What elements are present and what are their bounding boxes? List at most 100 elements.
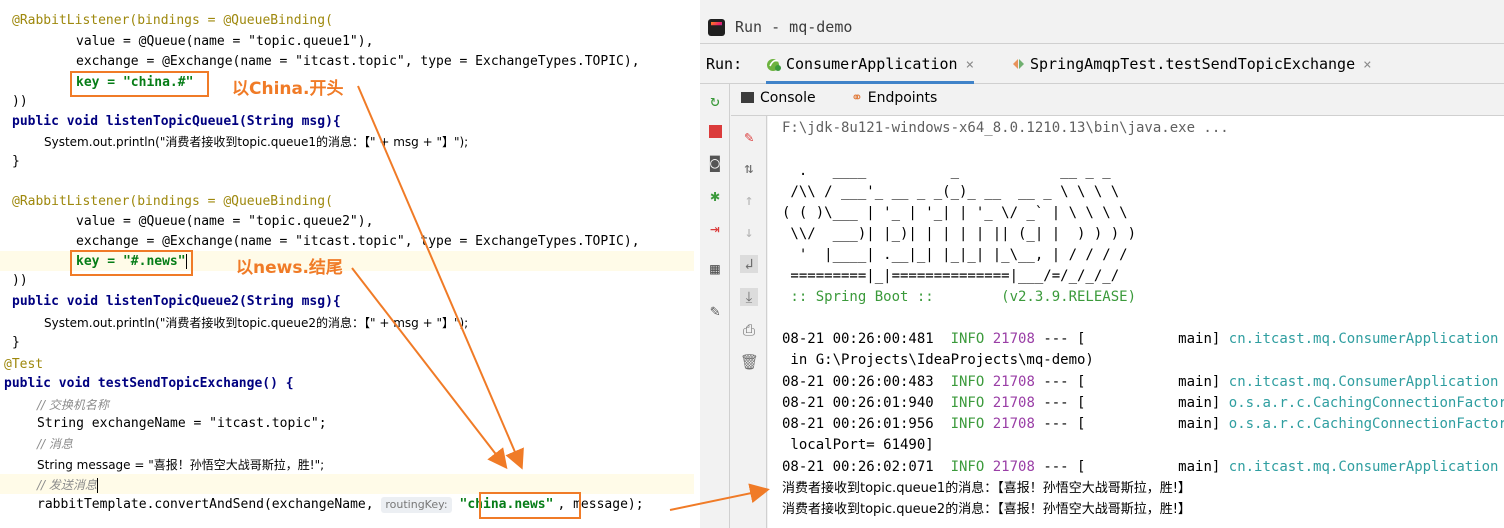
log-class[interactable]: o.s.a.r.c.CachingConnectionFactory <box>1229 416 1504 432</box>
code-text: value = @Queue(name = "topic.queue2"), <box>76 214 374 229</box>
clear-all-icon[interactable]: ✎ <box>740 128 758 146</box>
log-class[interactable]: cn.itcast.mq.ConsumerApplication <box>1229 331 1499 347</box>
code-line[interactable]: )) <box>12 92 28 112</box>
endpoints-icon: ⚭ <box>851 90 863 106</box>
sort-icon[interactable]: ⇅ <box>740 159 758 177</box>
code-line[interactable]: // 消息 <box>37 434 73 454</box>
close-tab-icon[interactable]: × <box>1363 57 1371 73</box>
code-line[interactable]: // 发送消息 <box>37 475 98 495</box>
camera-icon[interactable]: ◙ <box>706 154 724 172</box>
log-pid: 21708 <box>992 395 1035 411</box>
log-level: INFO <box>950 459 985 475</box>
code-text: } <box>12 335 20 350</box>
code-line[interactable]: @RabbitListener(bindings = @QueueBinding… <box>12 11 333 31</box>
intellij-logo-icon <box>708 19 725 36</box>
soft-wrap-icon[interactable]: ↲ <box>740 255 758 273</box>
code-line[interactable]: System.out.println("消费者接收到topic.queue1的消… <box>44 132 468 152</box>
code-line[interactable]: value = @Queue(name = "topic.queue1"), <box>76 32 373 52</box>
exit-icon[interactable]: ⇥ <box>706 220 724 238</box>
code-line[interactable]: value = @Queue(name = "topic.queue2"), <box>76 212 373 232</box>
log-timestamp: 08-21 00:26:02:071 <box>782 459 934 475</box>
tab-label: Console <box>760 90 816 106</box>
trash-icon[interactable]: 🗑 <box>740 353 759 371</box>
log-level: INFO <box>950 331 985 347</box>
code-editor[interactable]: @RabbitListener(bindings = @QueueBinding… <box>0 0 694 528</box>
log-level: INFO <box>950 416 985 432</box>
code-line[interactable]: // 交换机名称 <box>37 395 109 415</box>
console-toolbar: ✎ ⇅ ↑ ↓ ↲ ⤓ ⎙ 🗑 <box>731 116 767 528</box>
run-tool-window: Run - mq-demo Run: ConsumerApplication × … <box>700 0 1504 528</box>
code-text: System.out.println("消费者接收到topic.queue1的消… <box>44 135 469 149</box>
code-text: value = @Queue(name = "topic.queue1"), <box>76 34 374 49</box>
console-output[interactable]: F:\jdk-8u121-windows-x64_8.0.1210.13\bin… <box>768 116 1504 528</box>
tab-label: ConsumerApplication <box>786 55 958 73</box>
log-continuation: in G:\Projects\IdeaProjects\mq-demo) <box>782 352 1094 368</box>
log-timestamp: 08-21 00:26:01:940 <box>782 395 934 411</box>
code-line[interactable]: public void listenTopicQueue1(String msg… <box>12 112 341 132</box>
parameter-hint: routingKey: <box>381 497 452 513</box>
code-line[interactable]: @Test <box>4 355 43 375</box>
log-timestamp: 08-21 00:26:00:483 <box>782 374 934 390</box>
annotation-token: @RabbitListener(bindings = @QueueBinding… <box>12 13 333 28</box>
spring-boot-version: :: Spring Boot :: (v2.3.9.RELEASE) <box>782 289 1137 305</box>
log-thread: --- [ main] <box>1034 395 1229 411</box>
code-text: public void testSendTopicExchange() { <box>4 376 294 391</box>
scroll-to-end-icon[interactable]: ⤓ <box>740 288 758 306</box>
tab-endpoints[interactable]: ⚭ Endpoints <box>851 90 937 106</box>
code-line[interactable]: )) <box>12 271 28 291</box>
log-pid: 21708 <box>992 459 1035 475</box>
code-text: exchange = @Exchange(name = "itcast.topi… <box>76 234 640 249</box>
log-pid: 21708 <box>992 374 1035 390</box>
news-key-highlight-box <box>70 250 193 276</box>
code-line[interactable]: @RabbitListener(bindings = @QueueBinding… <box>12 192 333 212</box>
tab-console[interactable]: Console <box>741 90 816 106</box>
code-comment: // 交换机名称 <box>37 398 109 412</box>
log-class[interactable]: o.s.a.r.c.CachingConnectionFactory <box>1229 395 1504 411</box>
code-line[interactable]: public void listenTopicQueue2(String msg… <box>12 292 341 312</box>
code-line[interactable]: } <box>12 152 20 172</box>
tab-spring-amqp-test[interactable]: SpringAmqpTest.testSendTopicExchange × <box>1010 44 1372 84</box>
tab-consumer-application[interactable]: ConsumerApplication × <box>766 44 975 84</box>
code-text: String message = "喜报！孙悟空大战哥斯拉，胜!"; <box>37 458 325 472</box>
console-subtabs: Console ⚭ Endpoints <box>731 84 1504 116</box>
news-suffix-callout: 以news.结尾 <box>236 258 343 278</box>
log-line: 08-21 00:26:01:940 INFO 21708 --- [ main… <box>782 393 1504 414</box>
code-line[interactable]: String message = "喜报！孙悟空大战哥斯拉，胜!"; <box>37 455 324 475</box>
close-tab-icon[interactable]: × <box>966 57 974 73</box>
log-line: 08-21 00:26:00:481 INFO 21708 --- [ main… <box>782 329 1498 350</box>
code-line[interactable]: exchange = @Exchange(name = "itcast.topi… <box>76 52 640 72</box>
code-text: public void listenTopicQueue1(String msg… <box>12 114 341 129</box>
code-line[interactable]: exchange = @Exchange(name = "itcast.topi… <box>76 232 640 252</box>
banner-line: /\\ / ___'_ __ _ _(_)_ __ __ _ \ \ \ \ <box>782 184 1120 200</box>
tab-label: SpringAmqpTest.testSendTopicExchange <box>1030 55 1356 73</box>
log-continuation: localPort= 61490] <box>782 437 934 453</box>
debug-icon[interactable]: ✱ <box>706 187 724 205</box>
code-line[interactable]: public void testSendTopicExchange() { <box>4 374 294 394</box>
test-run-icon <box>1013 59 1024 69</box>
log-timestamp: 08-21 00:26:01:956 <box>782 416 934 432</box>
log-class[interactable]: cn.itcast.mq.ConsumerApplication <box>1229 374 1499 390</box>
annotation-token: @RabbitListener(bindings = @QueueBinding… <box>12 194 333 209</box>
up-arrow-icon[interactable]: ↑ <box>740 191 758 209</box>
code-line[interactable]: } <box>12 333 20 353</box>
code-text: } <box>12 154 20 169</box>
code-comment: // 发送消息 <box>37 478 97 492</box>
run-tab-bar: Run: ConsumerApplication × SpringAmqpTest… <box>700 44 1504 84</box>
consumer-message-queue1: 消费者接收到topic.queue1的消息：【喜报！孙悟空大战哥斯拉，胜!】 <box>782 481 1191 496</box>
code-text: public void listenTopicQueue2(String msg… <box>12 294 341 309</box>
down-arrow-icon[interactable]: ↓ <box>740 223 758 241</box>
code-line[interactable]: String exchangeName = "itcast.topic"; <box>37 414 327 434</box>
log-thread: --- [ main] <box>1034 331 1229 347</box>
tab-label: Endpoints <box>867 90 938 106</box>
stop-icon[interactable] <box>706 122 724 140</box>
pin-icon[interactable]: ✎ <box>706 302 724 320</box>
log-thread: --- [ main] <box>1034 416 1229 432</box>
log-line: 08-21 00:26:01:956 INFO 21708 --- [ main… <box>782 414 1504 435</box>
rerun-icon[interactable]: ↻ <box>706 92 724 110</box>
banner-line: . ____ _ __ _ _ <box>782 163 1111 179</box>
log-class[interactable]: cn.itcast.mq.ConsumerApplication <box>1229 459 1499 475</box>
code-line[interactable]: System.out.println("消费者接收到topic.queue2的消… <box>44 313 468 333</box>
layout-icon[interactable]: ▦ <box>706 260 724 278</box>
print-icon[interactable]: ⎙ <box>740 321 758 339</box>
log-level: INFO <box>950 395 985 411</box>
